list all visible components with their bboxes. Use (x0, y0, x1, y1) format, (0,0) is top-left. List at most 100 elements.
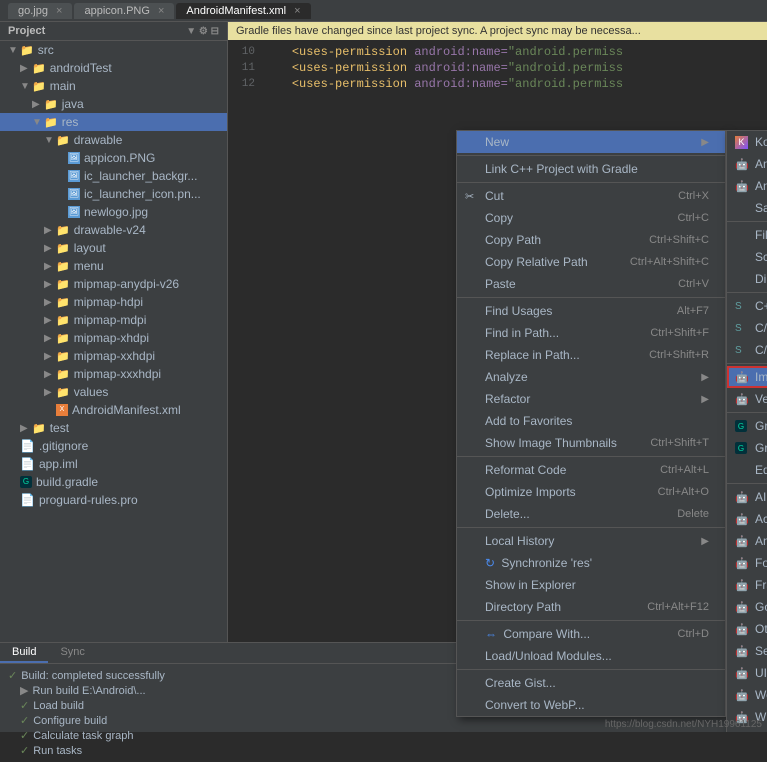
tree-item-androidmanifest[interactable]: X AndroidManifest.xml (0, 401, 227, 419)
menu-item-delete[interactable]: Delete... Delete (457, 503, 725, 525)
tree-item-mipmap-anydpi[interactable]: ▶ 📁 mipmap-anydpi-v26 (0, 275, 227, 293)
tree-item-appicon[interactable]: 🖼 appicon.PNG (0, 149, 227, 167)
tree-item-java[interactable]: ▶ 📁 java (0, 95, 227, 113)
tree-item-layout[interactable]: ▶ 📁 layout (0, 239, 227, 257)
tree-item-main[interactable]: ▼ 📁 main (0, 77, 227, 95)
tree-item-mipmap-hdpi[interactable]: ▶ 📁 mipmap-hdpi (0, 293, 227, 311)
menu-item-ui-component[interactable]: 🤖 UI Component ▶ (727, 662, 767, 684)
menu-item-cpp-header[interactable]: S C/C++ Header File (727, 339, 767, 361)
menu-item-file[interactable]: File (727, 224, 767, 246)
expand-arrow: ▶ (44, 261, 54, 272)
menu-item-local-history[interactable]: Local History ▶ (457, 530, 725, 552)
menu-item-aidl[interactable]: 🤖 AIDL ▶ (727, 486, 767, 508)
menu-item-link-cpp[interactable]: Link C++ Project with Gradle (457, 158, 725, 180)
tab-build[interactable]: Build (0, 643, 48, 663)
arrow-icon: ▶ (20, 684, 28, 697)
menu-item-reformat[interactable]: Reformat Code Ctrl+Alt+L (457, 459, 725, 481)
tree-item-mipmap-xhdpi[interactable]: ▶ 📁 mipmap-xhdpi (0, 329, 227, 347)
tree-item-drawable[interactable]: ▼ 📁 drawable (0, 131, 227, 149)
menu-separator (457, 527, 725, 528)
sync-icon: ↻ (485, 556, 495, 570)
tree-item-mipmap-xxxhdpi[interactable]: ▶ 📁 mipmap-xxxhdpi (0, 365, 227, 383)
tree-item-ic-launcher-bg[interactable]: 🖼 ic_launcher_backgr... (0, 167, 227, 185)
menu-item-find-in-path[interactable]: Find in Path... Ctrl+Shift+F (457, 322, 725, 344)
menu-item-gradle-kotlin-settings[interactable]: G Gradle Kotlin DSL Settings (727, 437, 767, 459)
folder-icon: 📁 (56, 296, 70, 309)
android-icon: 🤖 (735, 601, 749, 614)
submenu-arrow-icon: ▶ (701, 536, 709, 547)
menu-item-analyze[interactable]: Analyze ▶ (457, 366, 725, 388)
tab-androidmanifest[interactable]: AndroidManifest.xml × (176, 3, 310, 19)
tree-item-mipmap-mdpi[interactable]: ▶ 📁 mipmap-mdpi (0, 311, 227, 329)
tree-item-ic-launcher-icon[interactable]: 🖼 ic_launcher_icon.pn... (0, 185, 227, 203)
menu-item-add-favorites[interactable]: Add to Favorites (457, 410, 725, 432)
close-icon[interactable]: × (56, 5, 62, 17)
menu-item-cut[interactable]: ✂ Cut Ctrl+X (457, 185, 725, 207)
menu-item-copy[interactable]: Copy Ctrl+C (457, 207, 725, 229)
menu-item-directory-path[interactable]: Directory Path Ctrl+Alt+F12 (457, 596, 725, 618)
tree-item-gitignore[interactable]: 📄 .gitignore (0, 437, 227, 455)
menu-item-new[interactable]: New ▶ (457, 131, 725, 153)
tree-item-newlogo[interactable]: 🖼 newlogo.jpg (0, 203, 227, 221)
android-icon: 🤖 (735, 491, 749, 504)
menu-item-android-resource-dir[interactable]: 🤖 Android Resource Directory (727, 175, 767, 197)
menu-item-image-asset[interactable]: 🤖 Image Asset (727, 366, 767, 388)
menu-item-find-usages[interactable]: Find Usages Alt+F7 (457, 300, 725, 322)
close-icon[interactable]: × (158, 5, 164, 17)
menu-item-fragment[interactable]: 🤖 Fragment ▶ (727, 574, 767, 596)
menu-separator (727, 292, 767, 293)
menu-item-load-unload[interactable]: Load/Unload Modules... (457, 645, 725, 667)
menu-item-paste[interactable]: Paste Ctrl+V (457, 273, 725, 295)
tree-item-app-iml[interactable]: 📄 app.iml (0, 455, 227, 473)
menu-item-folder[interactable]: 🤖 Folder ▶ (727, 552, 767, 574)
tree-item-build-gradle[interactable]: G build.gradle (0, 473, 227, 491)
menu-item-show-thumbnails[interactable]: Show Image Thumbnails Ctrl+Shift+T (457, 432, 725, 454)
expand-arrow: ▶ (44, 333, 54, 344)
menu-item-gradle-kotlin-build[interactable]: G Gradle Kotlin DSL Build Script (727, 415, 767, 437)
tree-item-src[interactable]: ▼ 📁 src (0, 41, 227, 59)
menu-item-other[interactable]: 🤖 Other ▶ (727, 618, 767, 640)
tab-go-jpg[interactable]: go.jpg × (8, 3, 72, 19)
tab-appicon[interactable]: appicon.PNG × (74, 3, 174, 19)
menu-item-copy-path[interactable]: Copy Path Ctrl+Shift+C (457, 229, 725, 251)
menu-item-replace-in-path[interactable]: Replace in Path... Ctrl+Shift+R (457, 344, 725, 366)
tree-item-values[interactable]: ▶ 📁 values (0, 383, 227, 401)
menu-item-edit-file-templates[interactable]: Edit File Templates... (727, 459, 767, 481)
tree-item-mipmap-xxhdpi[interactable]: ▶ 📁 mipmap-xxhdpi (0, 347, 227, 365)
tree-item-res[interactable]: ▼ 📁 res (0, 113, 227, 131)
menu-item-optimize-imports[interactable]: Optimize Imports Ctrl+Alt+O (457, 481, 725, 503)
menu-item-kotlin-file[interactable]: K Kotlin File/Class (727, 131, 767, 153)
menu-item-cpp-source[interactable]: S C/C++ Source File (727, 317, 767, 339)
tree-item-drawable-v24[interactable]: ▶ 📁 drawable-v24 (0, 221, 227, 239)
menu-item-google[interactable]: 🤖 Google ▶ (727, 596, 767, 618)
menu-item-sample-data-dir[interactable]: Sample Data Directory (727, 197, 767, 219)
image-icon: 🖼 (68, 188, 80, 200)
menu-item-convert-webp[interactable]: Convert to WebP... (457, 694, 725, 716)
android-icon: 🤖 (735, 180, 749, 193)
menu-item-service[interactable]: 🤖 Service ▶ (727, 640, 767, 662)
menu-item-refactor[interactable]: Refactor ▶ (457, 388, 725, 410)
menu-item-activity[interactable]: 🤖 Activity ▶ (727, 508, 767, 530)
folder-icon: 📁 (56, 260, 70, 273)
menu-item-copy-relative-path[interactable]: Copy Relative Path Ctrl+Alt+Shift+C (457, 251, 725, 273)
tree-item-menu[interactable]: ▶ 📁 menu (0, 257, 227, 275)
close-icon[interactable]: × (294, 5, 300, 17)
menu-item-show-explorer[interactable]: Show in Explorer (457, 574, 725, 596)
menu-item-directory[interactable]: Directory (727, 268, 767, 290)
menu-item-android-resource-file[interactable]: 🤖 Android Resource File (727, 153, 767, 175)
menu-item-create-gist[interactable]: Create Gist... (457, 672, 725, 694)
menu-item-cpp-class[interactable]: S C++ Class (727, 295, 767, 317)
tree-item-androidtest[interactable]: ▶ 📁 androidTest (0, 59, 227, 77)
menu-item-wear[interactable]: 🤖 Wear ▶ (727, 684, 767, 706)
editor-tabs: go.jpg × appicon.PNG × AndroidManifest.x… (8, 3, 311, 19)
menu-item-synchronize[interactable]: ↻ Synchronize 'res' (457, 552, 725, 574)
menu-item-android-auto[interactable]: 🤖 Android Auto ▶ (727, 530, 767, 552)
menu-item-vector-asset[interactable]: 🤖 Vector Asset (727, 388, 767, 410)
expand-arrow: ▼ (8, 45, 18, 56)
tree-item-proguard[interactable]: 📄 proguard-rules.pro (0, 491, 227, 509)
menu-item-scratch-file[interactable]: Scratch File Ctrl+Alt+Shift+Insert (727, 246, 767, 268)
menu-item-compare-with[interactable]: ⇔ Compare With... Ctrl+D (457, 623, 725, 645)
tree-item-test[interactable]: ▶ 📁 test (0, 419, 227, 437)
tab-sync[interactable]: Sync (48, 643, 96, 663)
expand-arrow: ▶ (44, 243, 54, 254)
